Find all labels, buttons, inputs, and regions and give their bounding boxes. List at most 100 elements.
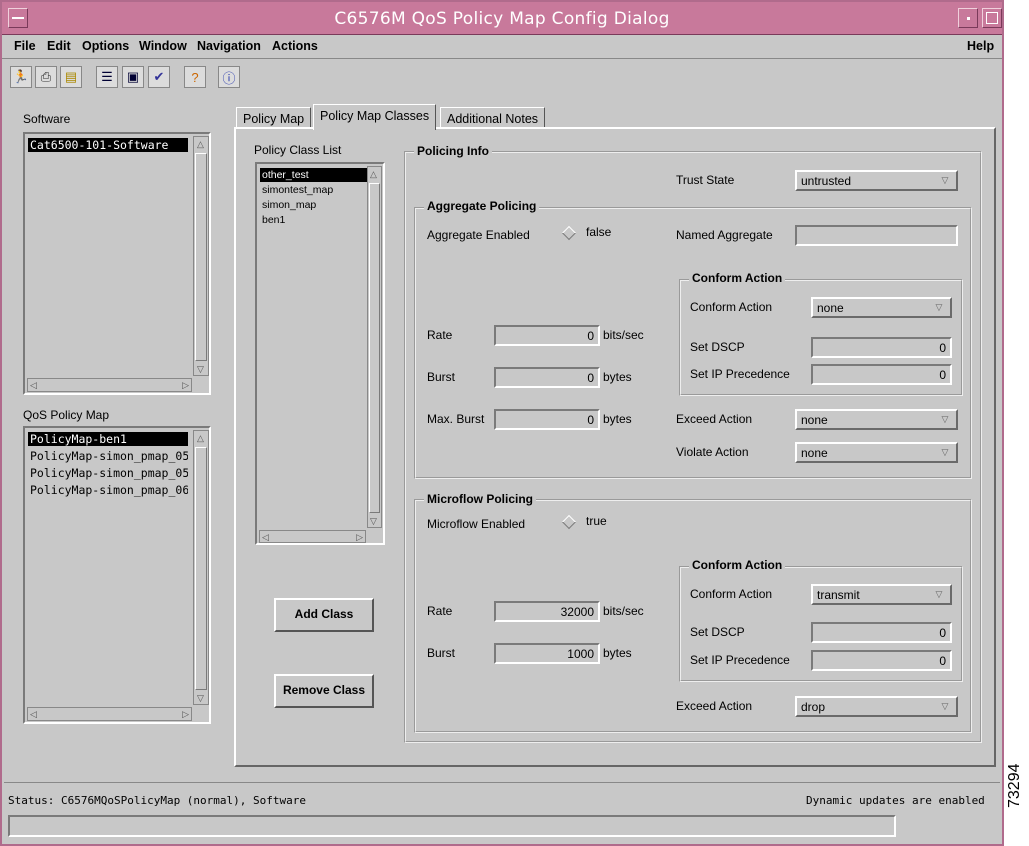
agg-conform-title: Conform Action (689, 271, 786, 285)
chevron-down-icon: ▽ (941, 701, 949, 711)
policy-class-list[interactable]: other_test simontest_map simon_map ben1 … (255, 162, 385, 545)
mf-rate-field[interactable]: 32000 (494, 601, 600, 622)
agg-burst-field[interactable]: 0 (494, 367, 600, 388)
agg-maxburst-field[interactable]: 0 (494, 409, 600, 430)
mf-conform-action-value: transmit (817, 588, 860, 602)
remove-class-button[interactable]: Remove Class (274, 674, 374, 708)
vertical-scrollbar[interactable]: △ ▽ (193, 136, 209, 376)
microflow-policing-title: Microflow Policing (424, 492, 537, 506)
agg-exceed-value: none (801, 413, 828, 427)
menu-file[interactable]: File (14, 39, 36, 53)
scroll-right-icon[interactable]: ▷ (182, 380, 189, 390)
scroll-left-icon[interactable]: ◁ (30, 709, 37, 719)
chevron-down-icon: ▽ (941, 414, 949, 424)
vertical-scrollbar[interactable]: △ ▽ (193, 430, 209, 705)
maximize-button[interactable] (982, 8, 1002, 28)
tab-policy-map-classes[interactable]: Policy Map Classes (313, 104, 437, 130)
agg-burst-label: Burst (427, 370, 456, 384)
agg-violate-select[interactable]: none ▽ (795, 442, 958, 463)
add-class-button[interactable]: Add Class (274, 598, 374, 632)
scroll-right-icon[interactable]: ▷ (182, 709, 189, 719)
policy-map-label: QoS Policy Map (23, 408, 110, 422)
scroll-right-icon[interactable]: ▷ (356, 532, 363, 542)
mf-conform-action-label: Conform Action (690, 587, 773, 601)
help-question-icon[interactable]: ? (184, 66, 206, 88)
tab-policy-map[interactable]: Policy Map (236, 107, 312, 129)
menu-window[interactable]: Window (139, 39, 187, 53)
policy-map-list[interactable]: PolicyMap-ben1 PolicyMap-simon_pmap_05 P… (23, 426, 211, 724)
scroll-up-icon[interactable]: △ (197, 433, 204, 443)
mf-rate-label: Rate (427, 604, 453, 618)
list-item[interactable]: other_test (260, 168, 374, 182)
menu-options[interactable]: Options (82, 39, 129, 53)
exit-icon[interactable]: 🏃 (10, 66, 32, 88)
mf-exceed-value: drop (801, 700, 826, 714)
print-icon[interactable]: ⎙ (35, 66, 57, 88)
mf-conform-title: Conform Action (689, 558, 786, 572)
scroll-thumb[interactable] (195, 447, 207, 690)
list-item[interactable]: simon_map (260, 198, 374, 212)
agg-exceed-label: Exceed Action (676, 412, 753, 426)
scroll-down-icon[interactable]: ▽ (197, 693, 204, 703)
scroll-up-icon[interactable]: △ (370, 169, 377, 179)
minimize-button[interactable] (958, 8, 978, 28)
microflow-enabled-value: true (586, 514, 607, 528)
chevron-down-icon: ▽ (941, 447, 949, 457)
agg-rate-field[interactable]: 0 (494, 325, 600, 346)
list-item[interactable]: simontest_map (260, 183, 374, 197)
microflow-enabled-label: Microflow Enabled (427, 517, 526, 531)
list-item[interactable]: PolicyMap-simon_pmap_05 (28, 449, 188, 463)
mf-exceed-select[interactable]: drop ▽ (795, 696, 958, 717)
list-item[interactable]: Cat6500-101-Software (28, 138, 188, 152)
scroll-down-icon[interactable]: ▽ (370, 516, 377, 526)
scroll-up-icon[interactable]: △ (197, 139, 204, 149)
list-item[interactable]: PolicyMap-simon_pmap_05: (28, 466, 188, 480)
named-aggregate-field[interactable] (795, 225, 958, 246)
menu-help[interactable]: Help (967, 39, 994, 53)
aggregate-enabled-label: Aggregate Enabled (427, 228, 530, 242)
agg-exceed-select[interactable]: none ▽ (795, 409, 958, 430)
monitor-icon[interactable]: ▣ (122, 66, 144, 88)
mf-set-ip-field[interactable]: 0 (811, 650, 952, 671)
mf-burst-field[interactable]: 1000 (494, 643, 600, 664)
agg-set-ip-field[interactable]: 0 (811, 364, 952, 385)
info-icon[interactable]: ⓘ (218, 66, 240, 88)
dialog-window: C6576M QoS Policy Map Config Dialog File… (0, 0, 1004, 846)
scroll-down-icon[interactable]: ▽ (197, 364, 204, 374)
agg-conform-action-select[interactable]: none ▽ (811, 297, 952, 318)
agg-violate-label: Violate Action (676, 445, 749, 459)
list-icon[interactable]: ☰ (96, 66, 118, 88)
horizontal-scrollbar[interactable]: ◁ ▷ (259, 530, 366, 543)
agg-rate-unit: bits/sec (603, 328, 644, 342)
scroll-thumb[interactable] (195, 153, 207, 361)
chevron-down-icon: ▽ (935, 302, 943, 312)
mf-set-dscp-field[interactable]: 0 (811, 622, 952, 643)
horizontal-scrollbar[interactable]: ◁ ▷ (27, 378, 192, 392)
scroll-left-icon[interactable]: ◁ (262, 532, 269, 542)
menu-edit[interactable]: Edit (47, 39, 71, 53)
agg-violate-value: none (801, 446, 828, 460)
trust-state-select[interactable]: untrusted ▽ (795, 170, 958, 191)
tab-additional-notes[interactable]: Additional Notes (440, 107, 546, 129)
mf-conform-action-select[interactable]: transmit ▽ (811, 584, 952, 605)
agg-set-dscp-label: Set DSCP (690, 340, 745, 354)
chevron-down-icon: ▽ (935, 589, 943, 599)
list-item[interactable]: PolicyMap-ben1 (28, 432, 188, 446)
menu-actions[interactable]: Actions (272, 39, 318, 53)
software-list[interactable]: Cat6500-101-Software △ ▽ ◁ ▷ (23, 132, 211, 395)
menu-navigation[interactable]: Navigation (197, 39, 261, 53)
agg-maxburst-label: Max. Burst (427, 412, 485, 426)
toolbar: 🏃 ⎙ ▤ ☰ ▣ ✔ ? ⓘ (2, 62, 1002, 92)
horizontal-scrollbar[interactable]: ◁ ▷ (27, 707, 192, 721)
agg-set-dscp-field[interactable]: 0 (811, 337, 952, 358)
list-item[interactable]: ben1 (260, 213, 374, 227)
check-icon[interactable]: ✔ (148, 66, 170, 88)
software-label: Software (23, 112, 71, 126)
scroll-thumb[interactable] (369, 183, 380, 513)
list-item[interactable]: PolicyMap-simon_pmap_06 (28, 483, 188, 497)
folder-icon[interactable]: ▤ (60, 66, 82, 88)
vertical-scrollbar[interactable]: △ ▽ (367, 166, 382, 528)
status-text: Status: C6576MQoSPolicyMap (normal), Sof… (8, 794, 307, 807)
scroll-left-icon[interactable]: ◁ (30, 380, 37, 390)
aggregate-policing-title: Aggregate Policing (424, 199, 540, 213)
